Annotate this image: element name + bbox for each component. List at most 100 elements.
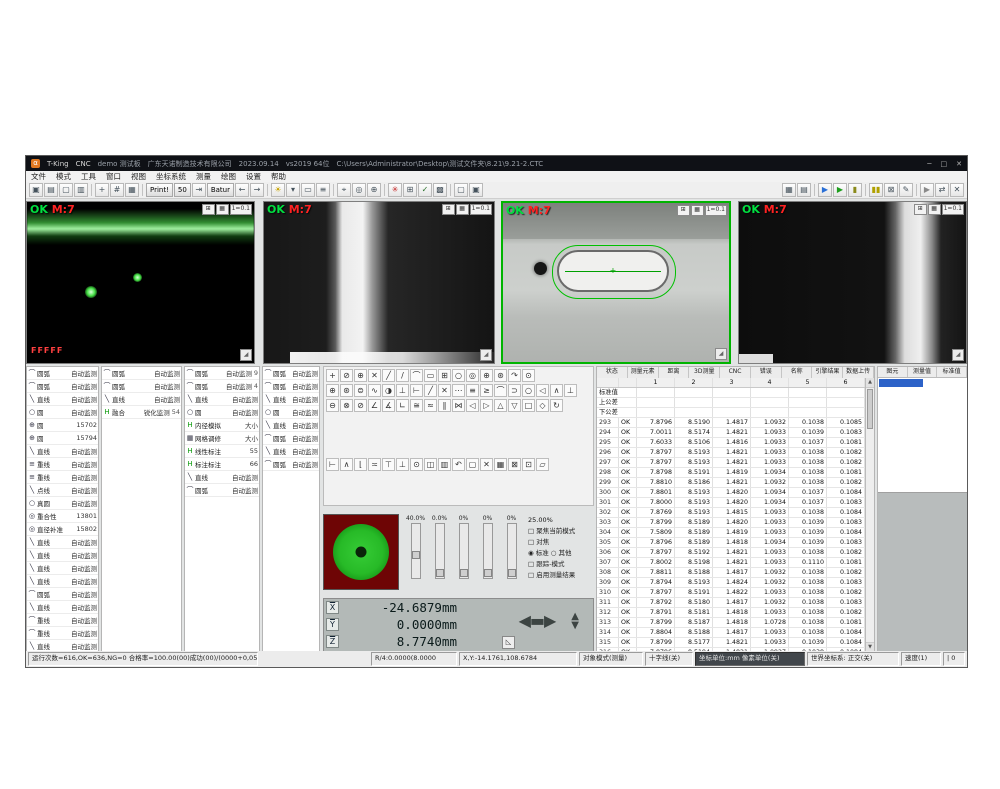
tool-icon[interactable]: ↶ — [452, 458, 465, 471]
element-tab[interactable]: 测量值 — [908, 367, 938, 377]
list-item[interactable]: ╲直线自动监测 — [185, 393, 259, 406]
table-row[interactable]: 310OK7.87978.51911.48221.09330.10380.108… — [597, 588, 865, 598]
list-item[interactable]: ╲直线自动监测 — [27, 536, 98, 549]
light-radio-group[interactable]: ◉ 标准 ○ 其他 — [528, 548, 594, 559]
jog-xy-icon[interactable]: ◀▬▶ — [519, 611, 556, 630]
save-icon[interactable]: ▢ — [59, 183, 73, 197]
tool-icon[interactable]: ≈ — [424, 399, 437, 412]
tool-icon[interactable]: ⊛ — [340, 384, 353, 397]
list-item[interactable]: ╲直线自动监测 — [27, 575, 98, 588]
list-item[interactable]: ⌒圆弧自动监测 — [185, 484, 259, 497]
list-item[interactable]: ○圆自动监测 — [27, 406, 98, 419]
menu-item[interactable]: 工具 — [76, 171, 101, 182]
table-row[interactable]: 299OK7.88108.51861.48211.09320.10380.108… — [597, 478, 865, 488]
table-row[interactable]: 308OK7.88118.51881.48171.09320.10380.108… — [597, 568, 865, 578]
table-tab[interactable]: 3D测量 — [689, 367, 720, 378]
tool-icon[interactable]: ∠ — [368, 399, 381, 412]
menu-item[interactable]: 绘图 — [216, 171, 241, 182]
table-tab[interactable]: 距离 — [659, 367, 690, 378]
menu-item[interactable]: 坐标系统 — [151, 171, 191, 182]
light-slider[interactable]: 0.0% — [429, 515, 450, 594]
list-item[interactable]: H标注标注66 — [185, 458, 259, 471]
tool-icon[interactable]: ⊕ — [326, 384, 339, 397]
pattern-icon[interactable]: ▩ — [433, 183, 447, 197]
table-row[interactable]: 312OK7.87918.51811.48181.09330.10380.108… — [597, 608, 865, 618]
frame-icon[interactable]: ▢ — [454, 183, 468, 197]
table-tab[interactable]: 名称 — [782, 367, 813, 378]
camera-tool-icon[interactable]: ⊞ — [914, 204, 927, 215]
resize-grip-icon[interactable]: ◢ — [480, 349, 492, 361]
tool-icon[interactable]: ⊜ — [354, 384, 367, 397]
pause-icon[interactable]: ▮▮ — [869, 183, 883, 197]
tool-icon[interactable]: ✕ — [368, 369, 381, 382]
tool-icon[interactable]: ⋯ — [452, 384, 465, 397]
table-row[interactable]: 315OK7.87998.51771.48211.09330.10390.108… — [597, 638, 865, 648]
light-slider[interactable]: 0% — [501, 515, 522, 594]
list-item[interactable]: ◎重合性13801 — [27, 510, 98, 523]
light-checkbox[interactable]: □ 聚焦当前模式 — [528, 526, 594, 537]
tool-icon[interactable]: ▽ — [508, 399, 521, 412]
slider-track[interactable] — [507, 523, 517, 579]
camera-view-3-selected[interactable]: OK M:7 ⊞ ▦ 1=0.1 ◢ — [501, 201, 731, 364]
table-row[interactable]: 306OK7.87978.51921.48211.09330.10380.108… — [597, 548, 865, 558]
slider-thumb[interactable] — [436, 569, 444, 577]
axis-x-zero-button[interactable]: X — [326, 601, 339, 614]
tool-icon[interactable]: ○ — [452, 369, 465, 382]
list-item[interactable]: ⌒圆弧自动监测9 — [185, 367, 259, 380]
list-item[interactable]: ≡重线自动监测 — [27, 471, 98, 484]
tool-icon[interactable]: ∧ — [550, 384, 563, 397]
tool-icon[interactable]: ▦ — [494, 458, 507, 471]
tool-icon[interactable]: ⌊ — [354, 458, 367, 471]
slider-thumb[interactable] — [508, 569, 516, 577]
camera-tool-icon[interactable]: ▦ — [216, 204, 229, 215]
layout-icon[interactable]: ▦ — [125, 183, 139, 197]
tool-icon[interactable]: ⊃ — [508, 384, 521, 397]
table-row[interactable]: 314OK7.88048.51881.48171.09330.10380.108… — [597, 628, 865, 638]
tool-icon[interactable]: ⊘ — [354, 399, 367, 412]
camera-view-4[interactable]: OK M:7 ⊞ ▦ 1=0.1 ◢ — [738, 201, 967, 364]
maximize-button[interactable]: □ — [941, 160, 948, 168]
tool-icon[interactable]: ≥ — [480, 384, 493, 397]
table-scrollbar[interactable]: ▲ ▼ — [865, 378, 874, 652]
table-row[interactable]: 301OK7.80008.51931.48201.09340.10370.108… — [597, 498, 865, 508]
lens-icon[interactable]: ◎ — [352, 183, 366, 197]
light-checkbox[interactable]: □ 跟踪-模式 — [528, 559, 594, 570]
camera-tool-icon[interactable]: ⊞ — [677, 205, 690, 216]
camera-view-1[interactable]: OK M:7 ⊞ ▦ 1=0.1 FFFFF ◢ — [26, 201, 255, 364]
batur-button[interactable]: Batur — [207, 183, 234, 197]
tool-icon[interactable]: ⊗ — [340, 399, 353, 412]
tool-icon[interactable]: ⌒ — [410, 369, 423, 382]
camera-tool-icon[interactable]: ▦ — [691, 205, 704, 216]
slider-thumb[interactable] — [484, 569, 492, 577]
camera-tool-icon[interactable]: ▦ — [456, 204, 469, 215]
tool-icon[interactable]: ▱ — [536, 458, 549, 471]
axis-y-zero-button[interactable]: Y — [326, 618, 339, 631]
list-item[interactable]: ╲直线自动监测 — [27, 445, 98, 458]
slider-thumb[interactable] — [460, 569, 468, 577]
resize-grip-icon[interactable]: ◢ — [240, 349, 252, 361]
tool-icon[interactable]: ∥ — [438, 399, 451, 412]
laser-icon[interactable]: ✳ — [388, 183, 402, 197]
table-row[interactable]: 303OK7.87998.51891.48201.09330.10390.108… — [597, 518, 865, 528]
tool-icon[interactable]: ∟ — [396, 399, 409, 412]
save-all-icon[interactable]: ▥ — [74, 183, 88, 197]
light-icon[interactable]: ☀ — [271, 183, 285, 197]
table-tab[interactable]: 状态 — [597, 367, 628, 378]
column-header[interactable]: 1 — [637, 378, 675, 387]
column-header[interactable]: 3 — [713, 378, 751, 387]
tool-icon[interactable]: ↷ — [508, 369, 521, 382]
list-item[interactable]: ○圆自动监测 — [185, 406, 259, 419]
light-slider[interactable]: 0% — [453, 515, 474, 594]
tool-icon[interactable]: / — [396, 369, 409, 382]
tool-icon[interactable]: ◁ — [466, 399, 479, 412]
tool-icon[interactable]: ↻ — [550, 399, 563, 412]
tool-icon[interactable]: ◇ — [536, 399, 549, 412]
list-item[interactable]: ≡重线自动监测 — [27, 458, 98, 471]
element-tab[interactable]: 图元 — [878, 367, 908, 377]
list-item[interactable]: H线性标注55 — [185, 445, 259, 458]
list-icon[interactable]: ≡ — [316, 183, 330, 197]
table-row[interactable]: 309OK7.87948.51931.48241.09320.10380.108… — [597, 578, 865, 588]
tool-icon[interactable]: ⊥ — [564, 384, 577, 397]
list-item[interactable]: ⌒圆弧自动监测 — [102, 380, 181, 393]
play-gray-icon[interactable]: ▶ — [920, 183, 934, 197]
